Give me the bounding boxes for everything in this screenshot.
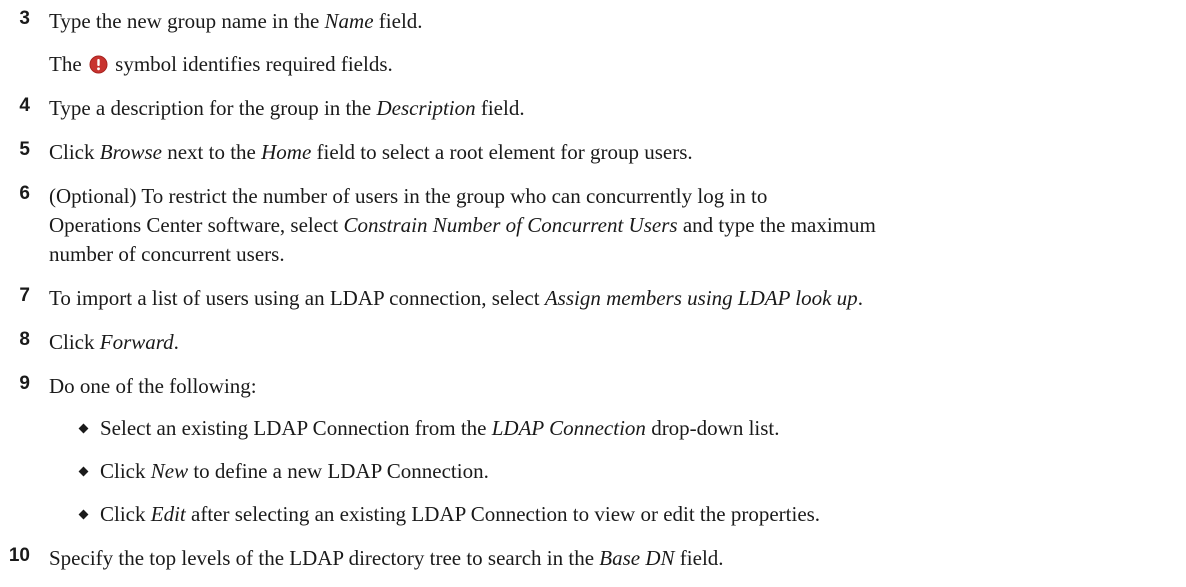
text-run: to define a new LDAP Connection. [188,459,489,483]
option-name: Assign members using LDAP look up [544,286,858,310]
step-text-line: number of concurrent users. [49,240,285,268]
text-run: Type the new group name in the [49,9,325,33]
step-text: Click Browse next to the Home field to s… [49,138,693,166]
step-number: 4 [19,95,30,116]
text-run: field to select a root element for group… [311,140,693,164]
text-run: next to the [161,140,262,164]
field-name: Name [324,9,374,33]
text-run: Select an existing LDAP Connection from … [100,416,492,440]
field-name: Description [376,96,476,120]
text-run: . [173,330,179,354]
text-run: number of concurrent users. [49,242,285,266]
field-name: LDAP Connection [491,416,646,440]
text-run: Click [100,502,151,526]
step-text: Specify the top levels of the LDAP direc… [49,544,724,572]
bullet-text: Click New to define a new LDAP Connectio… [100,457,489,485]
text-run: field. [475,96,525,120]
text-run: field. [373,9,423,33]
text-run: field. [674,546,724,570]
step-text: Type a description for the group in the … [49,94,525,122]
step-text: Click Forward. [49,328,179,356]
step-text: Type the new group name in the Name fiel… [49,7,423,35]
text-run: . [857,286,863,310]
bullet-text: Select an existing LDAP Connection from … [100,414,780,442]
diamond-bullet-icon [78,466,89,477]
button-name: New [150,459,189,483]
step-number: 9 [19,373,30,394]
text-run: symbol identifies required fields. [109,52,393,76]
step-text-line: Operations Center software, select Const… [49,211,876,239]
text-run: Do one of the following: [49,374,257,398]
text-run: Specify the top levels of the LDAP direc… [49,546,600,570]
text-run: drop-down list. [645,416,780,440]
diamond-bullet-icon [78,423,89,434]
required-fields-note: The symbol identifies required fields. [49,50,393,78]
text-run: Type a description for the group in the [49,96,377,120]
required-field-icon [89,55,108,74]
step-number: 3 [19,8,30,29]
step-number: 8 [19,329,30,350]
text-run: To import a list of users using an LDAP … [49,286,545,310]
text-run: Click [49,140,100,164]
text-run: Operations Center software, select [49,213,344,237]
text-run: (Optional) To restrict the number of use… [49,184,768,208]
diamond-bullet-icon [78,509,89,520]
button-name: Browse [99,140,162,164]
step-number: 10 [8,545,30,566]
button-name: Forward [99,330,174,354]
step-number: 6 [19,183,30,204]
text-run: The [49,52,87,76]
option-name: Constrain Number of Concurrent Users [343,213,678,237]
step-number: 7 [19,285,30,306]
step-text: To import a list of users using an LDAP … [49,284,863,312]
field-name: Base DN [599,546,675,570]
button-name: Edit [150,502,186,526]
text-run: after selecting an existing LDAP Connect… [185,502,821,526]
step-number: 5 [19,139,30,160]
text-run: Click [49,330,100,354]
step-text-line: (Optional) To restrict the number of use… [49,182,767,210]
step-text: Do one of the following: [49,372,257,400]
text-run: Click [100,459,151,483]
field-name: Home [261,140,312,164]
text-run: and type the maximum [677,213,876,237]
bullet-text: Click Edit after selecting an existing L… [100,500,820,528]
